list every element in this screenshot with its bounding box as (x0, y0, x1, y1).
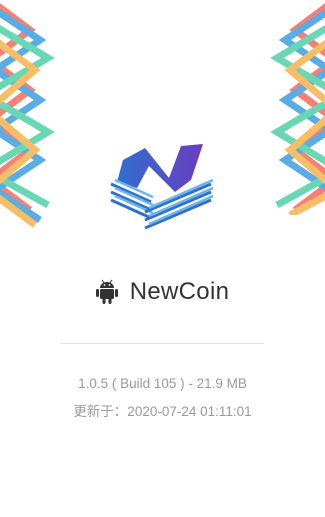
updated-time: 更新于：2020-07-24 01:11:01 (73, 404, 252, 419)
left-stripes-decoration (0, 3, 55, 228)
newcoin-logo-icon (110, 144, 214, 230)
app-logo (107, 140, 217, 230)
android-icon (95, 279, 118, 304)
app-name: NewCoin (129, 278, 230, 305)
version-info: 1.0.5 ( Build 105 ) - 21.9 MB (78, 376, 247, 391)
right-stripes-decoration (270, 3, 325, 215)
app-title-row: NewCoin (0, 278, 325, 306)
divider (60, 343, 264, 344)
